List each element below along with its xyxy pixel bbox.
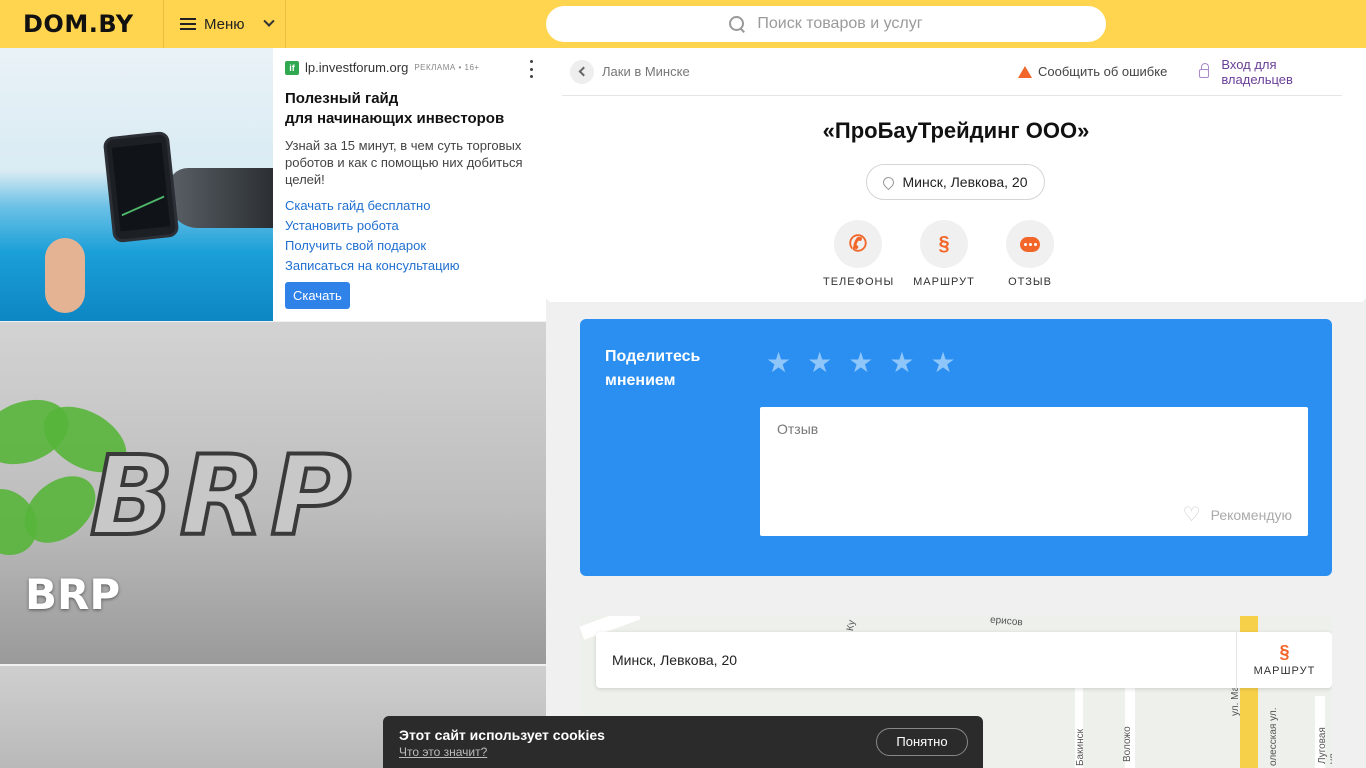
- ad-image[interactable]: [0, 48, 273, 321]
- map-street-label: Ку: [845, 619, 858, 632]
- ad-download-button[interactable]: Скачать: [285, 282, 350, 309]
- map-street-label: Бакинск: [1075, 729, 1086, 766]
- brand-banner[interactable]: BRP BRP: [0, 322, 546, 664]
- company-title: «ПроБауТрейдинг ООО»: [822, 118, 1090, 143]
- card-toolbar: Лаки в Минске Сообщить об ошибке Вход дл…: [562, 48, 1342, 96]
- site-logo[interactable]: DOM.BY: [23, 10, 163, 38]
- heart-icon: ♡: [1182, 504, 1201, 526]
- map-street-label: Луговая ул.: [1317, 727, 1332, 764]
- warning-icon: [1018, 65, 1032, 78]
- ad-source: if lp.investforum.org РЕКЛАМА • 16+: [285, 60, 535, 75]
- owner-login-link[interactable]: Вход для владельцев: [1199, 57, 1342, 87]
- ad-link-install-robot[interactable]: Установить робота: [285, 216, 535, 236]
- cookie-title: Этот сайт использует cookies: [399, 727, 605, 743]
- route-icon: §: [1279, 642, 1290, 662]
- ad-title[interactable]: Полезный гайд для начинающих инвесторов: [285, 89, 535, 129]
- review-button[interactable]: ОТЗЫВ: [995, 220, 1065, 288]
- ad-link-get-gift[interactable]: Получить свой подарок: [285, 236, 535, 256]
- child-image: [45, 238, 85, 313]
- review-textarea[interactable]: Отзыв ♡ Рекомендую: [760, 407, 1308, 536]
- map-route-label: МАРШРУТ: [1253, 665, 1316, 677]
- ad-title-line1: Полезный гайд: [285, 90, 399, 107]
- comment-icon: [1006, 220, 1054, 268]
- menu-button[interactable]: Меню: [163, 0, 286, 48]
- cookie-accept-button[interactable]: Понятно: [876, 728, 968, 756]
- ad-description: Узнай за 15 минут, в чем суть торговых р…: [285, 138, 523, 187]
- more-options-icon[interactable]: [527, 60, 535, 78]
- back-button[interactable]: [570, 59, 594, 84]
- phone-image: [102, 130, 180, 244]
- route-button[interactable]: § МАРШРУТ: [909, 220, 979, 288]
- report-error-link[interactable]: Сообщить об ошибке: [1018, 64, 1167, 79]
- star-icon[interactable]: ★: [766, 349, 791, 377]
- report-error-label: Сообщить об ошибке: [1038, 64, 1168, 79]
- map-street-label: Воложо: [1122, 726, 1133, 762]
- ad-title-line2: для начинающих инвесторов: [285, 110, 505, 127]
- ad-source-url[interactable]: lp.investforum.org: [305, 60, 408, 75]
- phone-icon: ✆: [834, 220, 882, 268]
- chevron-down-icon: [262, 15, 275, 27]
- ad-label: РЕКЛАМА • 16+: [414, 63, 480, 72]
- company-card: Лаки в Минске Сообщить об ошибке Вход дл…: [546, 48, 1366, 302]
- cookie-info-link[interactable]: Что это значит?: [399, 745, 487, 759]
- brand-logo-text: BRP: [88, 430, 358, 562]
- phones-button[interactable]: ✆ ТЕЛЕФОНЫ: [823, 220, 893, 288]
- rating-stars: ★ ★ ★ ★ ★: [766, 349, 956, 377]
- map-address: Минск, Левкова, 20: [612, 652, 738, 668]
- address-button[interactable]: Минск, Левкова, 20: [866, 164, 1045, 200]
- owner-login-label: Вход для владельцев: [1221, 56, 1293, 87]
- star-icon[interactable]: ★: [889, 349, 914, 377]
- cookie-banner: Этот сайт использует cookies Что это зна…: [383, 716, 983, 768]
- menu-label: Меню: [204, 15, 245, 33]
- breadcrumb[interactable]: Лаки в Минске: [602, 64, 690, 79]
- ad-links: Скачать гайд бесплатно Установить робота…: [285, 196, 535, 276]
- ad-link-download-guide[interactable]: Скачать гайд бесплатно: [285, 196, 535, 216]
- route-icon: §: [920, 220, 968, 268]
- ad-text: if lp.investforum.org РЕКЛАМА • 16+ Поле…: [285, 60, 535, 309]
- recommend-toggle[interactable]: ♡ Рекомендую: [1182, 504, 1292, 526]
- route-label: МАРШРУТ: [913, 276, 975, 288]
- ad-link-consultation[interactable]: Записаться на консультацию: [285, 256, 535, 276]
- lock-icon: [1199, 63, 1210, 78]
- ad-block: if lp.investforum.org РЕКЛАМА • 16+ Поле…: [0, 48, 546, 321]
- star-icon[interactable]: ★: [930, 349, 955, 377]
- map-address-bar: Минск, Левкова, 20 § МАРШРУТ: [596, 632, 1332, 688]
- phones-label: ТЕЛЕФОНЫ: [823, 276, 895, 288]
- search-input[interactable]: Поиск товаров и услуг: [546, 6, 1106, 42]
- top-header: DOM.BY Меню Поиск товаров и услуг: [0, 0, 1366, 48]
- review-placeholder: Отзыв: [777, 421, 819, 437]
- brand-name: BRP: [25, 570, 121, 619]
- star-icon[interactable]: ★: [848, 349, 873, 377]
- recommend-label: Рекомендую: [1210, 507, 1292, 523]
- map-street-label: олесская ул.: [1268, 707, 1279, 766]
- search-placeholder: Поиск товаров и услуг: [757, 15, 923, 32]
- location-pin-icon: [881, 174, 897, 190]
- review-title: Поделитесь мнением: [605, 348, 701, 389]
- review-label: ОТЗЫВ: [1008, 276, 1052, 288]
- map-route-button[interactable]: § МАРШРУТ: [1236, 632, 1332, 688]
- robot-hand-image: [168, 168, 273, 228]
- review-form: Поделитесь мнением ★ ★ ★ ★ ★ Отзыв ♡ Рек…: [580, 319, 1332, 576]
- hamburger-icon: [180, 18, 196, 30]
- map-street-label: ерисов: [989, 616, 1024, 629]
- address-label: Минск, Левкова, 20: [902, 174, 1028, 190]
- search-icon: [729, 16, 745, 32]
- chevron-left-icon: [578, 66, 589, 77]
- investforum-logo-icon: if: [285, 60, 299, 75]
- star-icon[interactable]: ★: [807, 349, 832, 377]
